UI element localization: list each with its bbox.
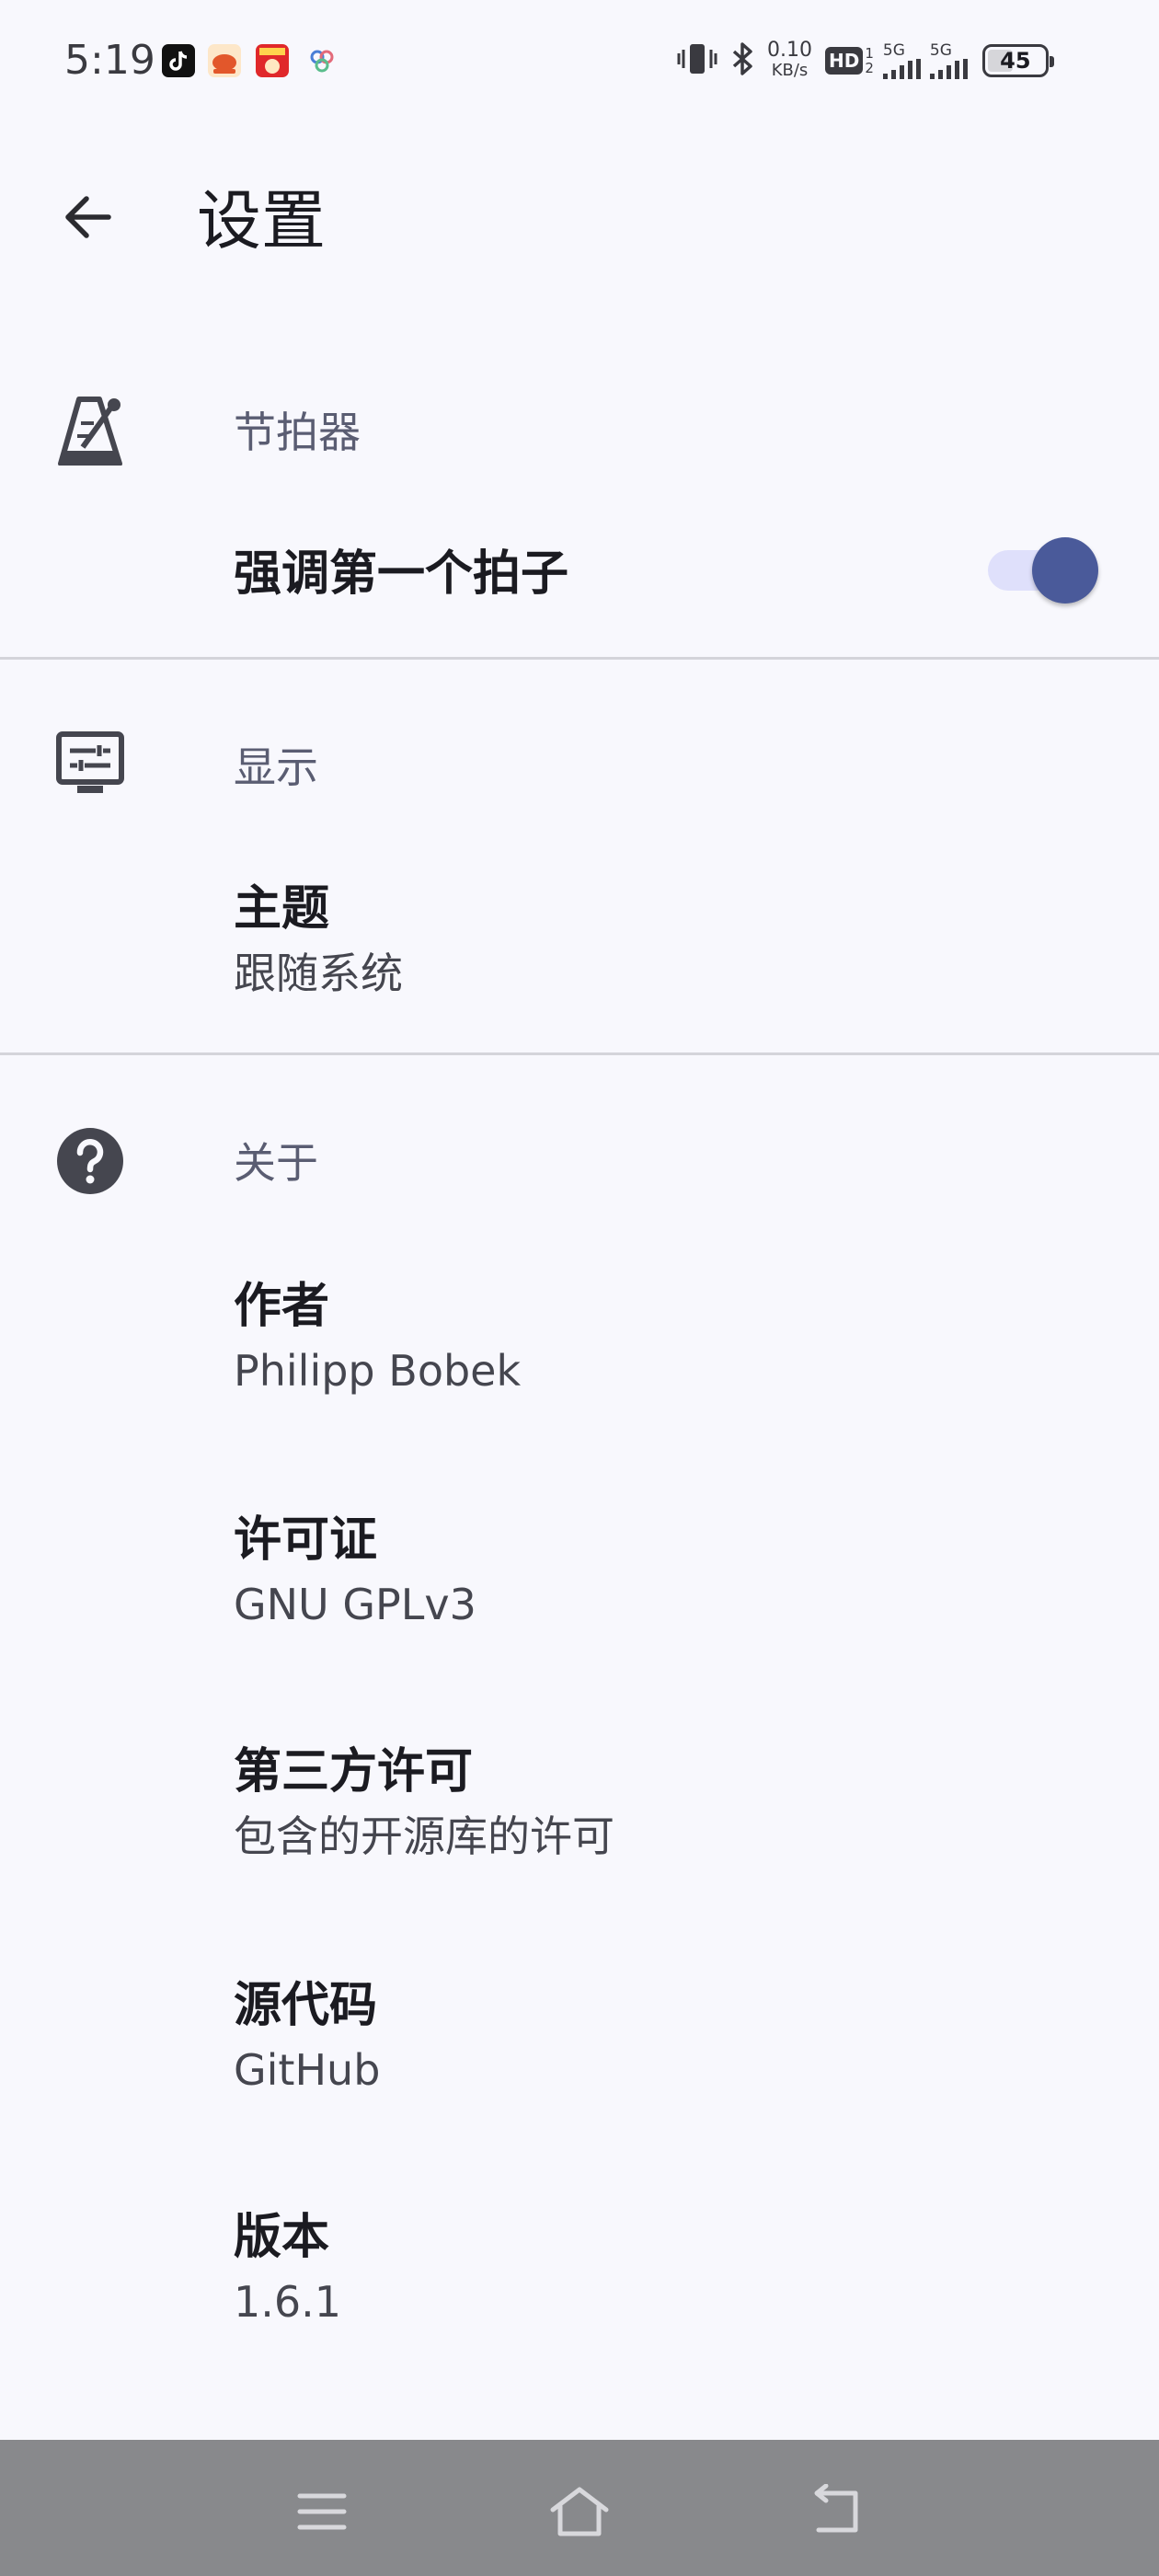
nav-menu-button[interactable] [276, 2475, 368, 2548]
arrow-left-icon [65, 196, 111, 238]
author-row[interactable]: 作者 Philipp Bobek [0, 1264, 1159, 1411]
status-time: 5:19 [64, 37, 155, 84]
nav-back-button[interactable] [791, 2475, 883, 2548]
section-title-metronome: 节拍器 [234, 408, 361, 457]
section-title-about: 关于 [234, 1138, 318, 1188]
red-app-icon [256, 44, 289, 77]
hd-indicator: HD 1 2 [824, 45, 874, 76]
author-title: 作者 [234, 1279, 330, 1334]
switch-thumb [1032, 537, 1098, 604]
food-app-icon [208, 44, 241, 77]
hd-sub: 1 [865, 45, 874, 62]
signal-2-icon: 5G [929, 40, 968, 79]
divider [0, 657, 1159, 660]
back-icon [814, 2484, 858, 2533]
accent-first-beat-label: 强调第一个拍子 [234, 546, 569, 602]
clover-app-icon [305, 44, 339, 77]
third-party-licenses-row[interactable]: 第三方许可 包含的开源库的许可 [0, 1730, 1159, 1877]
signal-1-icon: 5G [882, 40, 921, 79]
status-icons: 0.10 KB/s HD 1 2 5G 5G 45 [675, 37, 1054, 85]
theme-title: 主题 [234, 881, 330, 937]
third-party-title: 第三方许可 [234, 1744, 474, 1800]
net-speed-value: 0.10 [767, 39, 812, 62]
third-party-value: 包含的开源库的许可 [234, 1811, 614, 1861]
help-circle-icon [55, 1126, 125, 1196]
accent-first-beat-switch[interactable] [988, 537, 1098, 604]
license-title: 许可证 [234, 1512, 378, 1568]
author-value: Philipp Bobek [234, 1346, 522, 1396]
source-code-value: GitHub [234, 2045, 381, 2095]
nav-home-button[interactable] [534, 2475, 625, 2548]
version-value: 1.6.1 [234, 2277, 342, 2327]
menu-icon [297, 2493, 347, 2530]
theme-value: 跟随系统 [234, 949, 403, 998]
metronome-icon [55, 396, 125, 466]
display-settings-icon [55, 729, 125, 799]
signal-1-label: 5G [882, 40, 905, 60]
back-button[interactable] [46, 175, 131, 259]
home-icon [550, 2487, 609, 2536]
version-row[interactable]: 版本 1.6.1 [0, 2195, 1159, 2342]
tiktok-icon [162, 44, 195, 77]
theme-row[interactable]: 主题 跟随系统 [0, 865, 1159, 1012]
page-title: 设置 [197, 183, 326, 259]
hd-sub2: 2 [865, 60, 874, 76]
hd-label: HD [824, 47, 864, 75]
source-code-row[interactable]: 源代码 GitHub [0, 1963, 1159, 2110]
bluetooth-icon [727, 40, 758, 81]
signal-2-label: 5G [929, 40, 952, 60]
version-title: 版本 [234, 2210, 330, 2265]
net-speed: 0.10 KB/s [767, 40, 812, 81]
net-speed-unit: KB/s [771, 61, 809, 80]
battery-icon: 45 [981, 44, 1054, 77]
section-title-display: 显示 [234, 742, 318, 792]
license-value: GNU GPLv3 [234, 1580, 476, 1629]
accent-first-beat-row[interactable]: 强调第一个拍子 [0, 515, 1159, 635]
vibrate-icon [675, 40, 719, 81]
source-code-title: 源代码 [234, 1978, 378, 2033]
battery-level: 45 [1000, 48, 1031, 74]
divider [0, 1052, 1159, 1055]
license-row[interactable]: 许可证 GNU GPLv3 [0, 1498, 1159, 1645]
